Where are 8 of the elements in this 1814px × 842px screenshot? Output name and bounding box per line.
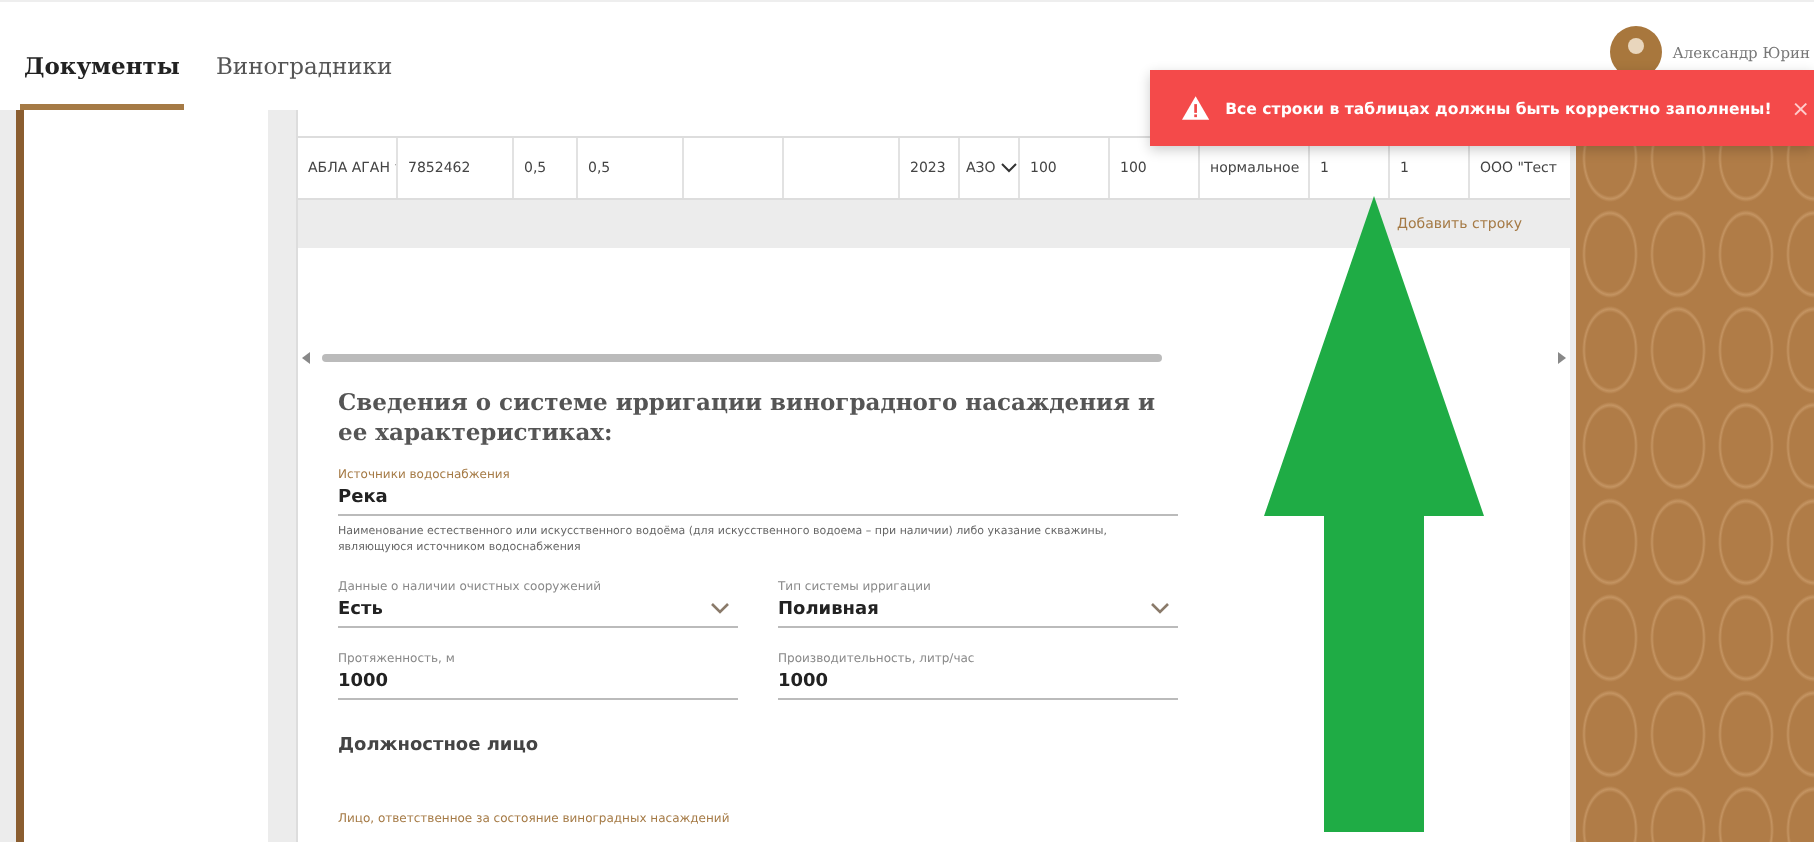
nav-tab[interactable]: Виноградники — [211, 52, 397, 110]
warning-icon — [1182, 96, 1210, 120]
subsection-title: Должностное лицо — [338, 736, 541, 757]
scroll-left-icon[interactable] — [302, 352, 310, 364]
section-title: Сведения о системе ирригации виноградного насаждения и ее характеристиках: — [338, 388, 1158, 448]
chevron-down-icon[interactable] — [999, 162, 1018, 174]
horizontal-scrollbar[interactable] — [298, 348, 1570, 368]
scroll-right-icon[interactable] — [1558, 352, 1566, 364]
